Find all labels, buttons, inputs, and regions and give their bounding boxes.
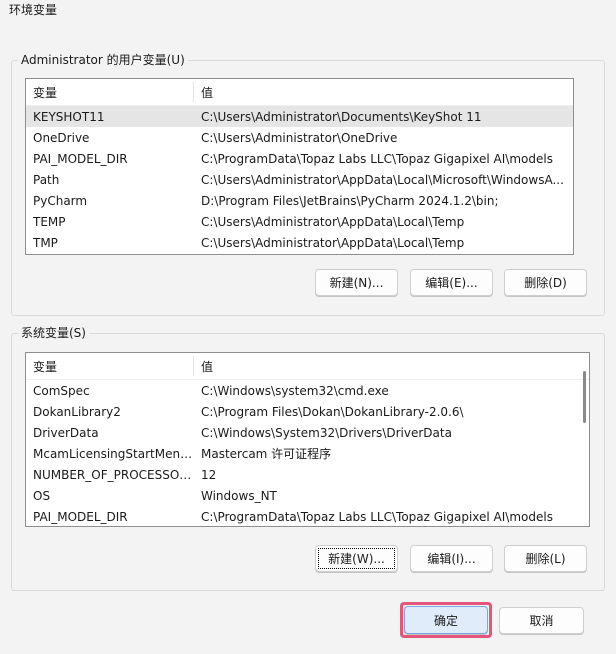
variable-name: DriverData <box>33 425 99 440</box>
system-delete-button[interactable]: 删除(L) <box>504 545 587 572</box>
table-row[interactable]: PyCharm D:\Program Files\JetBrains\PyChar… <box>26 190 573 211</box>
variable-value: Mastercam 许可证程序 <box>201 447 332 461</box>
table-row[interactable]: Path C:\Users\Administrator\AppData\Local… <box>26 169 573 190</box>
table-row[interactable]: TMP C:\Users\Administrator\AppData\Local\… <box>26 232 573 253</box>
system-rows: ComSpec C:\Windows\system32\cmd.exe DokanL… <box>26 380 589 526</box>
variable-name: Path <box>33 172 60 187</box>
system-edit-button[interactable]: 编辑(I)... <box>410 545 493 572</box>
variable-name: KEYSHOT11 <box>33 109 105 124</box>
table-row[interactable]: DokanLibrary2 C:\Program Files\Dokan\Doka… <box>26 401 589 422</box>
variable-value: C:\Users\Administrator\AppData\Local\Tem… <box>201 214 465 229</box>
window-title: 环境变量 <box>9 3 58 17</box>
variable-value: 12 <box>201 467 217 482</box>
column-header-variable[interactable]: 变量 <box>26 84 193 101</box>
variable-value: C:\Windows\System32\Drivers\DriverData <box>201 425 452 440</box>
user-rows: KEYSHOT11 C:\Users\Administrator\Document… <box>26 106 573 253</box>
ok-button[interactable]: 确定 <box>404 606 488 634</box>
variable-name: McamLicensingStartMenu... <box>33 446 193 461</box>
column-header-variable[interactable]: 变量 <box>26 358 193 375</box>
system-variables-list[interactable]: 变量 值 ComSpec C:\Windows\system32\cmd.exe D… <box>25 352 590 527</box>
variable-name: TEMP <box>33 214 66 229</box>
variable-name: PyCharm <box>33 193 88 208</box>
variable-value: C:\Users\Administrator\AppData\Local\Tem… <box>201 235 465 250</box>
system-variables-legend: 系统变量(S) <box>18 325 89 341</box>
table-row[interactable]: ComSpec C:\Windows\system32\cmd.exe <box>26 380 589 401</box>
user-list-header: 变量 值 <box>26 79 573 106</box>
variable-name: NUMBER_OF_PROCESSORS <box>33 467 193 482</box>
table-row[interactable]: OneDrive C:\Users\Administrator\OneDrive <box>26 127 573 148</box>
user-variables-list[interactable]: 变量 值 KEYSHOT11 C:\Users\Administrator\Doc… <box>25 78 574 255</box>
variable-name: ComSpec <box>33 383 90 398</box>
variable-value: C:\Users\Administrator\Documents\KeyShot… <box>201 109 482 124</box>
table-row[interactable]: DriverData C:\Windows\System32\Drivers\Dr… <box>26 422 589 443</box>
user-variables-group: Administrator 的用户变量(U) 变量 值 KEYSHOT11 C:\… <box>11 52 605 316</box>
table-row[interactable]: PAI_MODEL_DIR C:\ProgramData\Topaz Labs L… <box>26 148 573 169</box>
variable-value: C:\Windows\system32\cmd.exe <box>201 383 389 398</box>
system-new-button[interactable]: 新建(W)... <box>315 545 398 572</box>
column-header-value[interactable]: 值 <box>194 84 573 101</box>
variable-value: Windows_NT <box>201 488 277 503</box>
variable-value: C:\Users\Administrator\OneDrive <box>201 130 398 145</box>
table-row[interactable]: McamLicensingStartMenu... Mastercam 许可证程序 <box>26 443 589 464</box>
table-row[interactable]: OS Windows_NT <box>26 485 589 506</box>
user-new-button[interactable]: 新建(N)... <box>315 269 398 296</box>
cancel-button[interactable]: 取消 <box>499 607 584 634</box>
variable-name: OneDrive <box>33 130 90 145</box>
system-variables-group: 系统变量(S) 变量 值 ComSpec C:\Windows\system32\… <box>11 325 605 591</box>
variable-name: PAI_MODEL_DIR <box>33 509 128 524</box>
column-header-value[interactable]: 值 <box>194 358 589 375</box>
user-delete-button[interactable]: 删除(D) <box>504 269 587 296</box>
user-variables-legend: Administrator 的用户变量(U) <box>18 52 188 68</box>
table-row[interactable]: TEMP C:\Users\Administrator\AppData\Local… <box>26 211 573 232</box>
variable-value: C:\ProgramData\Topaz Labs LLC\Topaz Giga… <box>201 509 553 524</box>
variable-name: PAI_MODEL_DIR <box>33 151 128 166</box>
user-edit-button[interactable]: 编辑(E)... <box>410 269 493 296</box>
table-row[interactable]: PAI_MODEL_DIR C:\ProgramData\Topaz Labs L… <box>26 506 589 526</box>
variable-name: OS <box>33 488 51 503</box>
variable-value: C:\Program Files\Dokan\DokanLibrary-2.0.… <box>201 404 464 419</box>
variable-name: DokanLibrary2 <box>33 404 121 419</box>
variable-value: C:\ProgramData\Topaz Labs LLC\Topaz Giga… <box>201 151 553 166</box>
system-list-header: 变量 值 <box>26 353 589 380</box>
table-row[interactable]: NUMBER_OF_PROCESSORS 12 <box>26 464 589 485</box>
variable-value: C:\Users\Administrator\AppData\Local\Mic… <box>201 172 564 187</box>
variable-value: D:\Program Files\JetBrains\PyCharm 2024.… <box>201 193 499 208</box>
scrollbar-thumb[interactable] <box>583 371 586 423</box>
variable-name: TMP <box>33 235 58 250</box>
table-row[interactable]: KEYSHOT11 C:\Users\Administrator\Document… <box>26 106 573 127</box>
